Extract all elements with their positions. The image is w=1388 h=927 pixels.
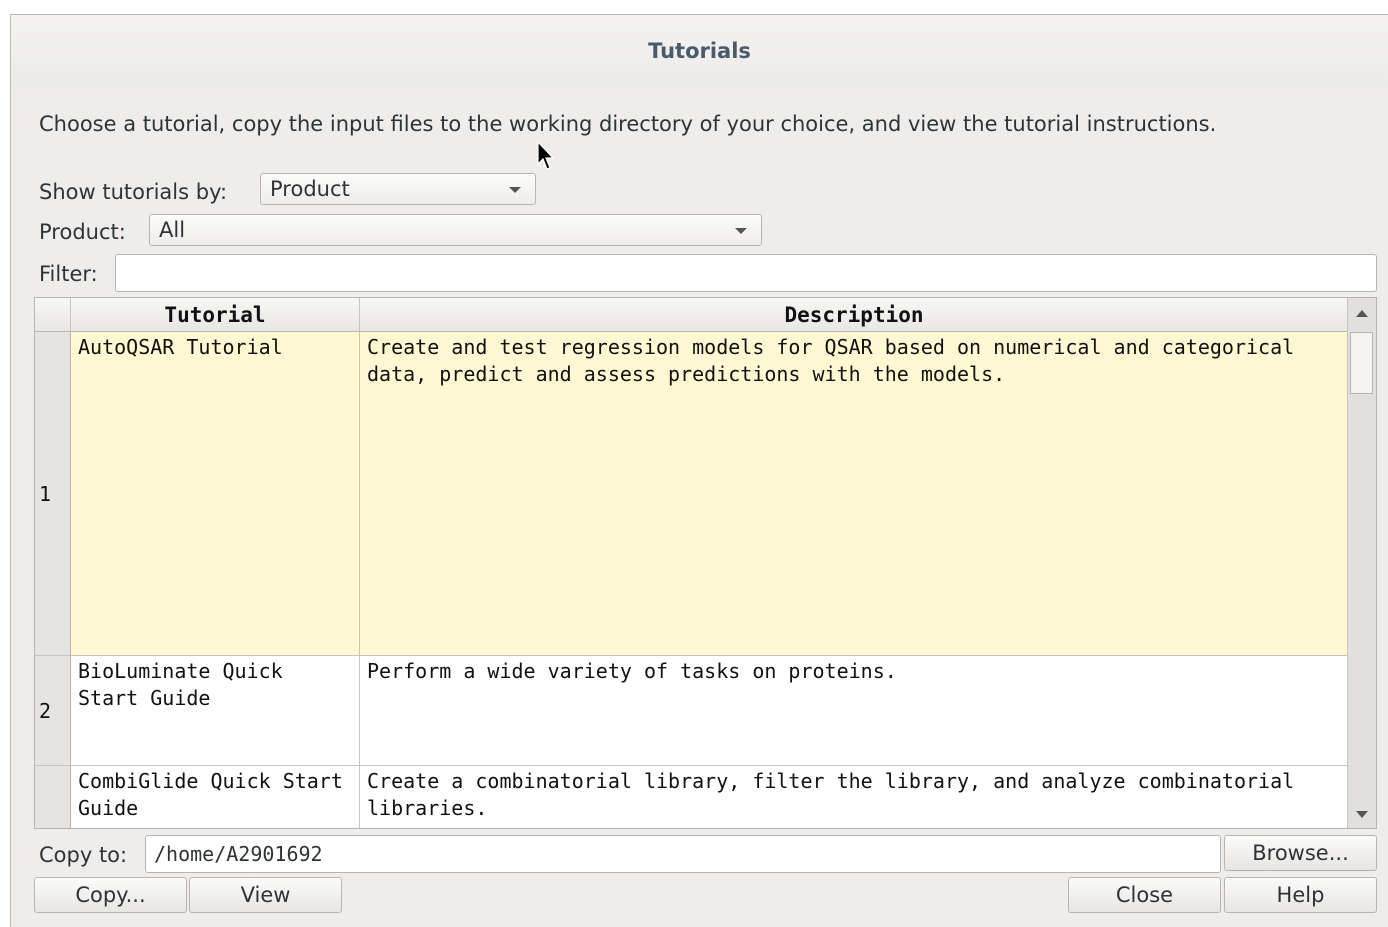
help-button[interactable]: Help bbox=[1224, 877, 1377, 913]
product-label: Product: bbox=[39, 220, 126, 244]
table-cell-tutorial[interactable]: BioLuminate Quick Start Guide bbox=[71, 656, 360, 766]
tutorials-table: Tutorial Description 1 AutoQSAR Tutorial… bbox=[34, 297, 1377, 829]
chevron-down-icon bbox=[735, 228, 747, 234]
close-button[interactable]: Close bbox=[1068, 877, 1221, 913]
copy-to-label: Copy to: bbox=[39, 843, 128, 867]
scrollbar-thumb[interactable] bbox=[1350, 332, 1373, 394]
column-header-description[interactable]: Description bbox=[360, 298, 1349, 332]
scroll-down-arrow-icon[interactable] bbox=[1356, 811, 1368, 818]
copy-button[interactable]: Copy... bbox=[34, 877, 187, 913]
view-button[interactable]: View bbox=[189, 877, 342, 913]
show-by-combo[interactable]: Product bbox=[260, 173, 536, 205]
chevron-down-icon bbox=[509, 187, 521, 193]
row-number[interactable]: 1 bbox=[35, 332, 71, 656]
show-by-value: Product bbox=[270, 177, 350, 201]
tutorials-dialog: Tutorials Choose a tutorial, copy the in… bbox=[10, 14, 1388, 927]
filter-label: Filter: bbox=[39, 262, 98, 286]
instructions-text: Choose a tutorial, copy the input files … bbox=[39, 112, 1217, 136]
filter-input[interactable] bbox=[115, 254, 1377, 292]
table-vertical-scrollbar[interactable] bbox=[1347, 298, 1376, 828]
mouse-pointer-icon bbox=[537, 141, 555, 170]
table-cell-tutorial[interactable]: AutoQSAR Tutorial bbox=[71, 332, 360, 656]
product-value: All bbox=[159, 218, 186, 242]
row-number-header bbox=[35, 298, 71, 332]
copy-to-input[interactable]: /home/A2901692 bbox=[145, 835, 1221, 873]
column-header-tutorial[interactable]: Tutorial bbox=[71, 298, 360, 332]
show-by-label: Show tutorials by: bbox=[39, 180, 228, 204]
table-cell-description[interactable]: Create and test regression models for QS… bbox=[360, 332, 1349, 656]
table-cell-description[interactable]: Perform a wide variety of tasks on prote… bbox=[360, 656, 1349, 766]
browse-button[interactable]: Browse... bbox=[1224, 835, 1377, 871]
table-cell-description[interactable]: Create a combinatorial library, filter t… bbox=[360, 766, 1349, 828]
table-cell-tutorial[interactable]: CombiGlide Quick Start Guide bbox=[71, 766, 360, 828]
scroll-up-arrow-icon[interactable] bbox=[1356, 310, 1368, 317]
row-number[interactable] bbox=[35, 766, 71, 828]
window-title: Tutorials bbox=[11, 15, 1388, 87]
row-number[interactable]: 2 bbox=[35, 656, 71, 766]
product-combo[interactable]: All bbox=[149, 214, 762, 246]
